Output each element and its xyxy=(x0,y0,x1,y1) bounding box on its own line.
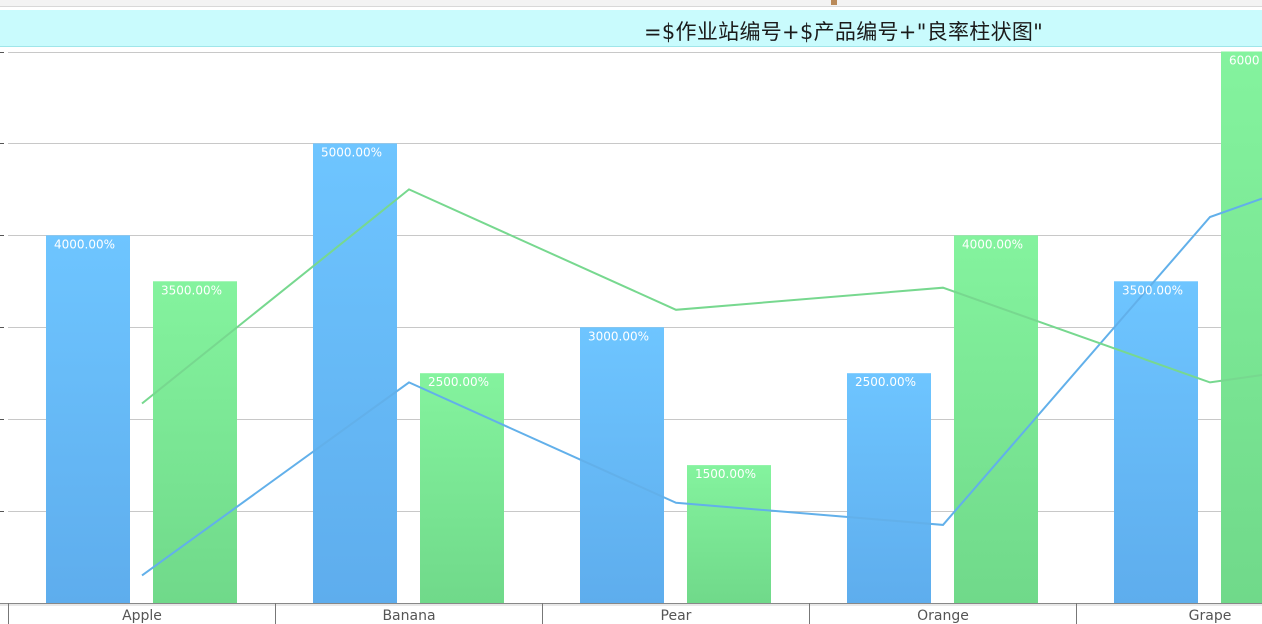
x-axis-label: Pear xyxy=(661,608,692,624)
data-label: 2500.00% xyxy=(855,375,916,389)
data-label: 4000.00% xyxy=(54,237,115,251)
x-axis-label: Orange xyxy=(917,608,969,624)
data-label: 5000.00% xyxy=(321,145,382,159)
x-axis-label: Apple xyxy=(122,608,162,624)
bar-orange-series2 xyxy=(954,235,1038,604)
x-axis-label: Grape xyxy=(1189,608,1232,624)
bar-banana-series1 xyxy=(313,143,397,603)
data-label: 1500.00% xyxy=(695,467,756,481)
data-label: 2500.00% xyxy=(428,375,489,389)
bar-orange-series1 xyxy=(847,373,931,603)
line-series-2 xyxy=(141,188,1262,405)
bar-apple-series1 xyxy=(46,235,130,604)
bar-grape-series1 xyxy=(1114,281,1198,603)
bar-apple-series2 xyxy=(153,281,237,603)
bar-pear-series2 xyxy=(687,465,771,603)
data-label: 3500.00% xyxy=(161,283,222,297)
data-label: 6000 xyxy=(1229,54,1260,68)
data-label: 3500.00% xyxy=(1122,283,1183,297)
bar-grape-series2 xyxy=(1221,51,1262,603)
x-axis-label: Banana xyxy=(382,608,435,624)
bar-banana-series2 xyxy=(420,373,504,603)
bar-line-chart: 4000.00% 3500.00% 5000.00% 2500.00% 3000.00%… xyxy=(0,51,1262,624)
data-label: 4000.00% xyxy=(962,237,1023,251)
data-label: 3000.00% xyxy=(588,329,649,343)
